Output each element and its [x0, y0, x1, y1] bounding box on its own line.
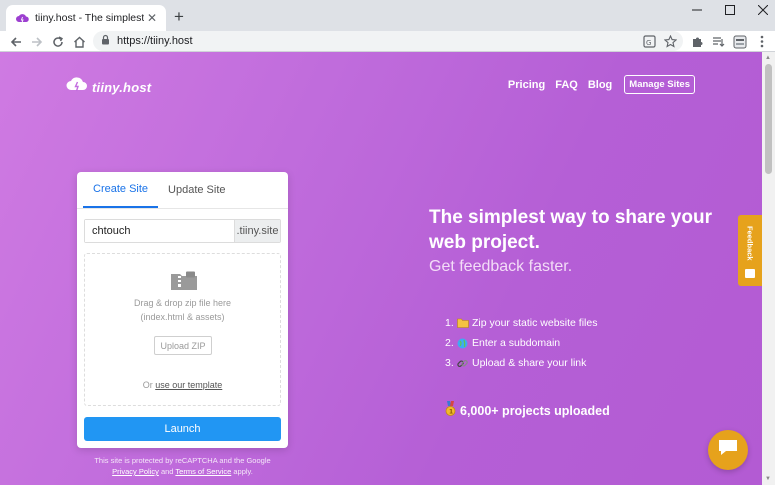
step-number: 2.: [445, 337, 454, 349]
step-text: Enter a subdomain: [472, 337, 561, 349]
step-number: 1.: [445, 317, 454, 329]
hero-title: The simplest way to share your web proje…: [429, 207, 712, 253]
step-text: Zip your static website files: [472, 317, 598, 329]
card-tabs: Create Site Update Site: [83, 172, 236, 208]
link-chain-icon: [457, 358, 472, 369]
globe-icon: [457, 338, 472, 349]
use-template-link[interactable]: use our template: [155, 380, 222, 390]
list-item: 1. Zip your static website files: [445, 313, 597, 333]
list-item: 2. Enter a subdomain: [445, 333, 597, 353]
scroll-down-icon[interactable]: ▼: [765, 476, 771, 482]
nav-link-pricing[interactable]: Pricing: [508, 79, 545, 91]
close-tab-icon[interactable]: ✕: [144, 10, 160, 26]
more-menu-icon[interactable]: [753, 33, 770, 50]
svg-text:G: G: [646, 39, 651, 47]
top-nav: Pricing FAQ Blog Manage Sites: [498, 75, 695, 94]
subdomain-suffix: .tiiny.site: [234, 220, 280, 242]
dropzone-line2: (index.html & assets): [140, 312, 225, 322]
svg-text:1: 1: [449, 409, 453, 416]
close-window-icon[interactable]: [742, 0, 775, 20]
folder-icon: [457, 318, 472, 328]
cloud-lightning-logo-icon: [66, 76, 88, 98]
cloud-favicon-icon: [15, 11, 29, 25]
recaptcha-line1: This site is protected by reCAPTCHA and …: [94, 456, 271, 465]
browser-tab[interactable]: tiiny.host - The simplest way to ✕: [6, 5, 166, 31]
recaptcha-notice: This site is protected by reCAPTCHA and …: [77, 455, 288, 477]
page-scrollbar[interactable]: ▲ ▼: [762, 52, 775, 485]
new-tab-button[interactable]: +: [170, 7, 188, 27]
tab-title: tiiny.host - The simplest way to: [35, 12, 144, 24]
feedback-label: Feedback: [745, 226, 755, 261]
steps-list: 1. Zip your static website files 2. Ente…: [445, 313, 597, 373]
url-text: https://tiiny.host: [117, 35, 193, 47]
step-number: 3.: [445, 357, 454, 369]
upload-card: Create Site Update Site .tiiny.site Drag…: [77, 172, 288, 448]
nav-link-blog[interactable]: Blog: [588, 79, 612, 91]
extensions-puzzle-icon[interactable]: [689, 33, 706, 50]
translate-icon[interactable]: G: [641, 33, 658, 50]
launch-button[interactable]: Launch: [84, 417, 281, 441]
file-dropzone[interactable]: Drag & drop zip file here (index.html & …: [84, 253, 281, 406]
chat-widget-button[interactable]: [708, 430, 748, 470]
hero-subtitle: Get feedback faster.: [429, 258, 573, 275]
tab-divider: [77, 208, 288, 209]
chat-icon: [718, 439, 738, 461]
browser-tab-bar: tiiny.host - The simplest way to ✕ +: [0, 0, 775, 31]
logo-text: tiiny.host: [92, 79, 152, 95]
reading-list-icon[interactable]: [710, 33, 727, 50]
terms-of-service-link[interactable]: Terms of Service: [175, 467, 231, 476]
back-arrow-icon[interactable]: [6, 32, 26, 51]
bookmark-star-icon[interactable]: [662, 33, 679, 50]
step-text: Upload & share your link: [472, 357, 587, 369]
home-icon[interactable]: [69, 32, 89, 51]
template-line: Or use our template: [85, 380, 280, 390]
profile-avatar-icon[interactable]: [731, 33, 748, 50]
page-viewport: tiiny.host Pricing FAQ Blog Manage Sites…: [0, 52, 762, 485]
nav-link-faq[interactable]: FAQ: [555, 79, 578, 91]
scroll-up-icon[interactable]: ▲: [765, 55, 771, 61]
site-logo[interactable]: tiiny.host: [66, 76, 151, 98]
zip-file-icon: [170, 271, 198, 296]
dropzone-line1: Drag & drop zip file here: [133, 298, 232, 308]
address-bar: https://tiiny.host G: [0, 31, 775, 52]
upload-zip-button[interactable]: Upload ZIP: [154, 336, 212, 355]
feedback-smile-icon: [745, 269, 755, 278]
scrollbar-thumb[interactable]: [765, 64, 772, 174]
url-field[interactable]: https://tiiny.host: [93, 31, 683, 51]
forward-arrow-icon[interactable]: [27, 32, 47, 51]
lock-icon: [101, 32, 110, 50]
subdomain-group: .tiiny.site: [84, 219, 281, 243]
dropzone-instructions: Drag & drop zip file here (index.html & …: [85, 296, 280, 324]
template-prefix: Or: [142, 380, 153, 390]
medal-icon: 1: [445, 401, 456, 420]
subdomain-input[interactable]: [85, 220, 234, 242]
projects-count: 1 6,000+ projects uploaded: [445, 401, 610, 420]
recaptcha-apply: apply.: [233, 467, 253, 476]
feedback-tab[interactable]: Feedback: [738, 215, 762, 286]
tab-create-site[interactable]: Create Site: [83, 172, 159, 208]
list-item: 3. Upload & share your link: [445, 353, 597, 373]
tab-update-site[interactable]: Update Site: [158, 172, 235, 208]
manage-sites-button[interactable]: Manage Sites: [624, 75, 695, 94]
reload-icon[interactable]: [48, 32, 68, 51]
projects-text: 6,000+ projects uploaded: [460, 403, 610, 418]
privacy-policy-link[interactable]: Privacy Policy: [112, 467, 159, 476]
recaptcha-and: and: [160, 467, 174, 476]
